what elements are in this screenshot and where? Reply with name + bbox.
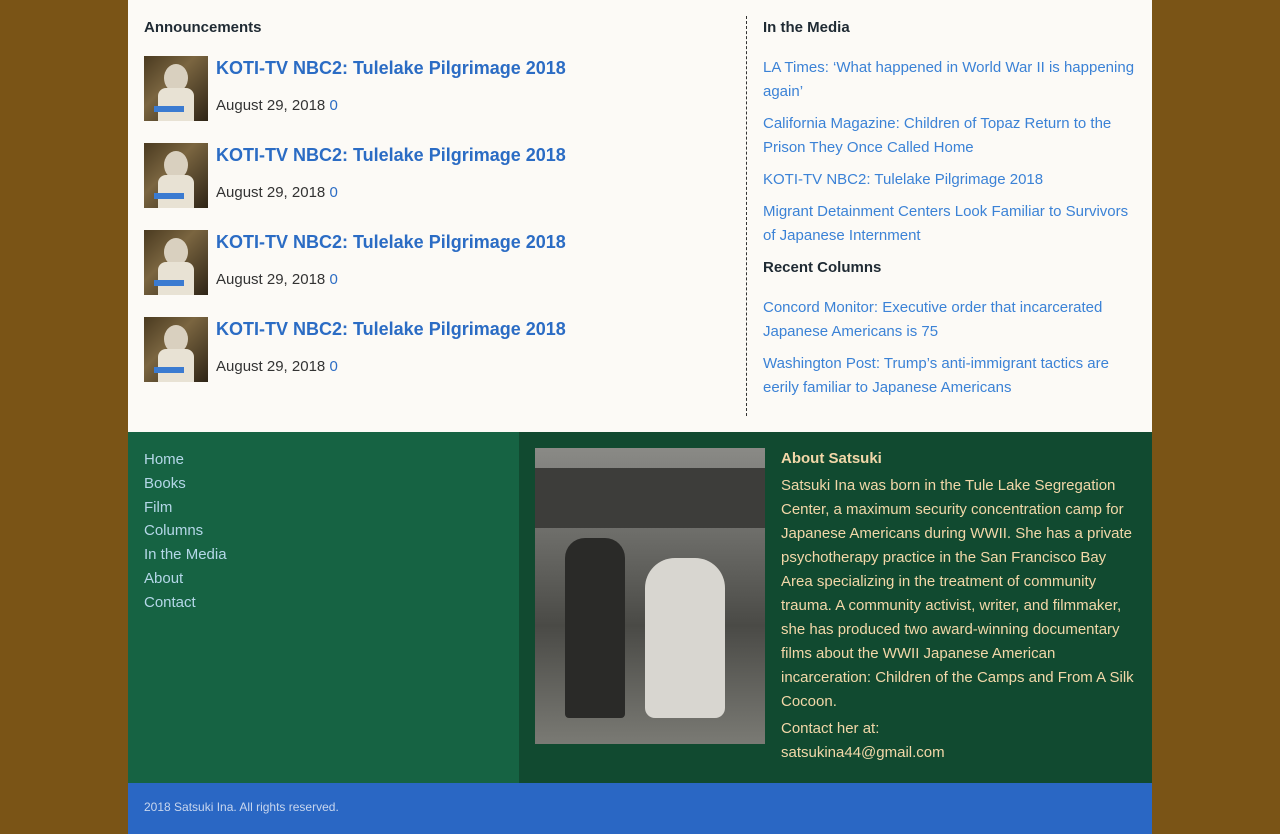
announcement-meta: August 29, 2018 0 [216,184,338,201]
about-text: Satsuki Ina was born in the Tule Lake Se… [781,477,1134,710]
announcement-item: KOTI-TV NBC2: Tulelake Pilgrimage 2018 A… [144,143,734,209]
footer-nav-in-the-media[interactable]: In the Media [144,544,227,566]
footer-nav-contact[interactable]: Contact [144,592,196,614]
about-panel: About Satsuki Satsuki Ina was born in th… [519,432,1152,783]
media-link[interactable]: KOTI-TV NBC2: Tulelake Pilgrimage 2018 [763,168,1135,192]
column-divider [746,16,747,416]
media-link[interactable]: California Magazine: Children of Topaz R… [763,112,1135,160]
video-thumbnail[interactable] [144,143,208,208]
column-link[interactable]: Concord Monitor: Executive order that in… [763,296,1135,344]
about-title: About Satsuki [781,450,882,467]
announcement-item: KOTI-TV NBC2: Tulelake Pilgrimage 2018 A… [144,317,734,383]
announcement-item: KOTI-TV NBC2: Tulelake Pilgrimage 2018 A… [144,56,734,122]
footer-nav-columns[interactable]: Columns [144,520,203,542]
column-link[interactable]: Washington Post: Trump’s anti-immigrant … [763,352,1135,400]
comment-count-link[interactable]: 0 [329,358,337,375]
in-the-media-heading: In the Media [763,19,850,36]
media-link[interactable]: Migrant Detainment Centers Look Familiar… [763,200,1135,248]
contact-email[interactable]: satsukina44@gmail.com [781,744,945,761]
contact-label: Contact her at: [781,720,880,737]
announcement-meta: August 29, 2018 0 [216,358,338,375]
announcement-title-link[interactable]: KOTI-TV NBC2: Tulelake Pilgrimage 2018 [216,232,566,253]
announcement-date: August 29, 2018 [216,97,326,114]
footer-nav-film[interactable]: Film [144,497,172,519]
recent-columns-heading: Recent Columns [763,259,882,276]
announcement-item: KOTI-TV NBC2: Tulelake Pilgrimage 2018 A… [144,230,734,296]
footer-nav-books[interactable]: Books [144,473,186,495]
comment-count-link[interactable]: 0 [329,271,337,288]
announcement-title-link[interactable]: KOTI-TV NBC2: Tulelake Pilgrimage 2018 [216,145,566,166]
announcement-title-link[interactable]: KOTI-TV NBC2: Tulelake Pilgrimage 2018 [216,58,566,79]
content-area: Announcements KOTI-TV NBC2: Tulelake Pil… [128,0,1152,432]
comment-count-link[interactable]: 0 [329,97,337,114]
announcement-date: August 29, 2018 [216,271,326,288]
page: Announcements KOTI-TV NBC2: Tulelake Pil… [128,0,1152,834]
copyright-text: 2018 Satsuki Ina. All rights reserved. [144,800,339,814]
copyright-bar: 2018 Satsuki Ina. All rights reserved. [128,783,1152,834]
footer-nav-panel: Home Books Film Columns In the Media Abo… [128,432,519,783]
announcement-meta: August 29, 2018 0 [216,271,338,288]
announcements-heading: Announcements [144,19,262,36]
video-thumbnail[interactable] [144,317,208,382]
childhood-photo [535,448,765,744]
footer-nav-home[interactable]: Home [144,449,184,471]
announcement-meta: August 29, 2018 0 [216,97,338,114]
media-link[interactable]: LA Times: ‘What happened in World War II… [763,56,1135,104]
video-thumbnail[interactable] [144,230,208,295]
announcement-date: August 29, 2018 [216,184,326,201]
announcement-title-link[interactable]: KOTI-TV NBC2: Tulelake Pilgrimage 2018 [216,319,566,340]
comment-count-link[interactable]: 0 [329,184,337,201]
video-thumbnail[interactable] [144,56,208,121]
footer-nav-about[interactable]: About [144,568,183,590]
announcement-date: August 29, 2018 [216,358,326,375]
